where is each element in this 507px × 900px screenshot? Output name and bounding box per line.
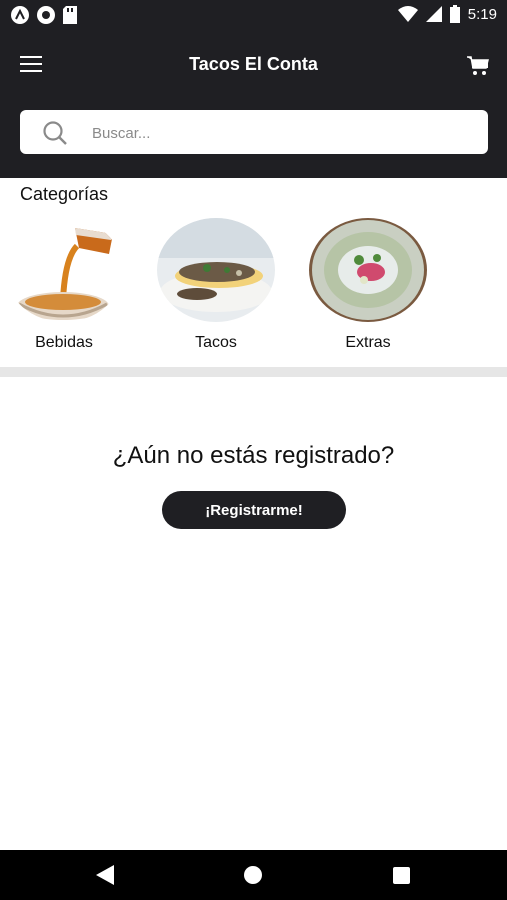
wifi-icon <box>397 6 418 22</box>
sd-card-icon <box>63 6 77 24</box>
categories-title: Categorías <box>20 184 109 204</box>
section-divider <box>0 367 507 377</box>
home-icon[interactable] <box>244 866 262 884</box>
register-question: ¿Aún no estás registrado? <box>112 442 395 469</box>
battery-icon <box>449 5 460 23</box>
navigation-bar <box>0 850 507 900</box>
circle-icon <box>37 6 55 24</box>
category-label: Tacos <box>195 334 237 351</box>
app-a-icon <box>11 6 29 24</box>
cart-icon[interactable] <box>467 56 489 76</box>
taco-plate-icon <box>157 218 275 322</box>
status-bar-right: 5:19 <box>397 5 497 23</box>
category-label: Bebidas <box>35 334 93 351</box>
search-bar[interactable] <box>20 110 488 156</box>
tacos-image <box>157 218 275 322</box>
app-bar: Tacos El Conta <box>0 30 507 178</box>
category-bebidas[interactable]: Bebidas <box>4 218 124 352</box>
category-label: Extras <box>345 334 391 351</box>
status-bar: 5:19 <box>0 0 507 30</box>
drink-pour-icon <box>5 218 123 322</box>
search-icon <box>43 121 67 145</box>
back-icon[interactable] <box>96 865 114 885</box>
category-tacos[interactable]: Tacos <box>156 218 276 352</box>
app-title: Tacos El Conta <box>189 54 318 74</box>
status-bar-left <box>11 6 77 24</box>
salad-plate-icon <box>309 218 427 322</box>
recents-icon[interactable] <box>393 867 410 884</box>
search-input[interactable] <box>90 110 474 156</box>
bebidas-image <box>5 218 123 322</box>
status-time: 5:19 <box>467 5 497 23</box>
register-button[interactable]: ¡Registrarme! <box>162 491 346 529</box>
extras-image <box>309 218 427 322</box>
signal-icon <box>425 6 442 22</box>
category-extras[interactable]: Extras <box>308 218 428 352</box>
